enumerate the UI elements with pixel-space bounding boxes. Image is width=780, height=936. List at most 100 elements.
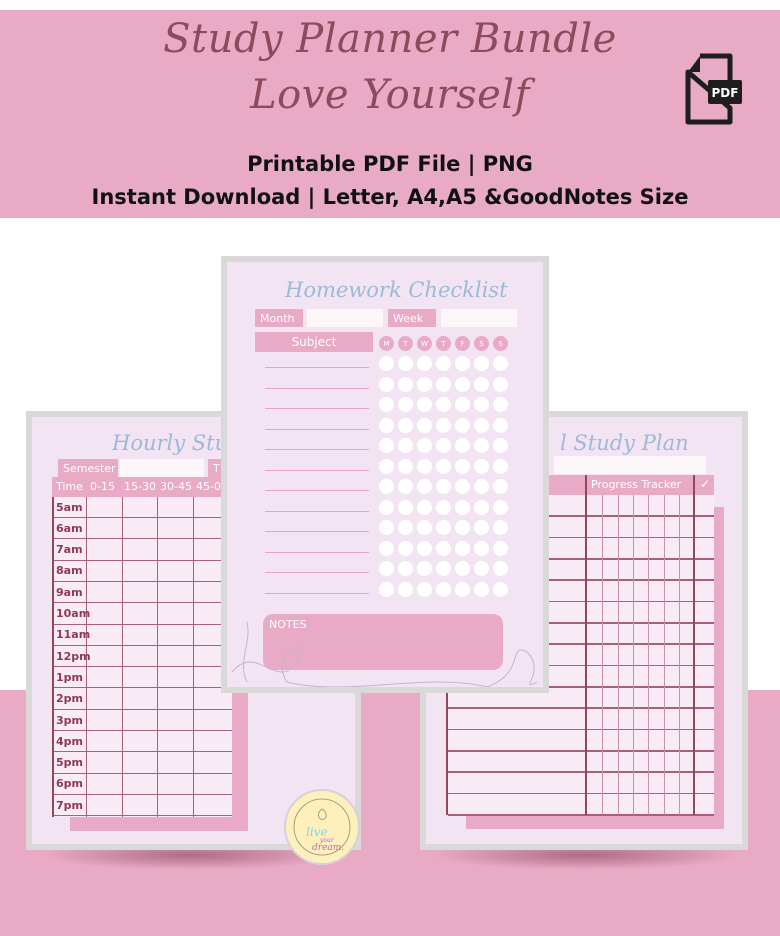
- day-checkbox[interactable]: [379, 376, 394, 392]
- day-checkbox[interactable]: [379, 520, 394, 535]
- day-checkbox[interactable]: [398, 417, 413, 433]
- day-checkbox[interactable]: [417, 438, 432, 453]
- day-checkbox[interactable]: [474, 356, 489, 371]
- day-checkbox[interactable]: [455, 417, 470, 433]
- subject-line[interactable]: [265, 490, 369, 491]
- month-field[interactable]: [307, 309, 383, 327]
- day-checkbox[interactable]: [436, 499, 451, 515]
- day-checkbox[interactable]: [379, 397, 394, 412]
- day-checkbox[interactable]: [474, 479, 489, 494]
- day-checkbox[interactable]: [417, 520, 432, 535]
- day-checkbox[interactable]: [455, 540, 470, 556]
- day-checkbox[interactable]: [417, 417, 432, 433]
- day-checkbox[interactable]: [474, 458, 489, 474]
- day-checkbox[interactable]: [455, 376, 470, 392]
- day-checkbox[interactable]: [455, 479, 470, 494]
- day-checkbox[interactable]: [474, 376, 489, 392]
- subject-line[interactable]: [265, 531, 369, 532]
- day-checkbox[interactable]: [493, 438, 508, 453]
- day-checkbox[interactable]: [474, 520, 489, 535]
- day-checkbox[interactable]: [493, 499, 508, 515]
- day-checkbox[interactable]: [493, 479, 508, 494]
- day-checkbox[interactable]: [398, 520, 413, 535]
- semester-field[interactable]: [120, 459, 204, 477]
- day-checkbox[interactable]: [493, 540, 508, 556]
- day-checkbox[interactable]: [398, 458, 413, 474]
- day-checkbox[interactable]: [436, 520, 451, 535]
- day-checkbox[interactable]: [474, 438, 489, 453]
- day-checkbox[interactable]: [474, 397, 489, 412]
- day-checkbox[interactable]: [417, 356, 432, 371]
- subject-line[interactable]: [265, 592, 369, 594]
- day-checkbox[interactable]: [436, 356, 451, 371]
- subject-line[interactable]: [265, 408, 369, 409]
- day-checkbox[interactable]: [379, 540, 394, 556]
- day-checkbox[interactable]: [398, 479, 413, 494]
- day-checkbox[interactable]: [455, 499, 470, 515]
- day-checkbox[interactable]: [379, 561, 394, 576]
- day-checkbox[interactable]: [493, 417, 508, 433]
- day-checkbox[interactable]: [493, 520, 508, 535]
- day-checkbox[interactable]: [455, 356, 470, 371]
- day-checkbox[interactable]: [379, 356, 394, 371]
- day-checkbox[interactable]: [436, 479, 451, 494]
- subject-line[interactable]: [265, 469, 369, 471]
- day-checkbox[interactable]: [455, 581, 470, 597]
- day-checkbox[interactable]: [455, 520, 470, 535]
- subject-line[interactable]: [265, 367, 369, 368]
- subject-line[interactable]: [265, 551, 369, 553]
- day-checkbox[interactable]: [436, 376, 451, 392]
- subject-line[interactable]: [265, 387, 369, 389]
- day-checkbox[interactable]: [417, 540, 432, 556]
- day-checkbox[interactable]: [398, 581, 413, 597]
- day-checkbox[interactable]: [436, 561, 451, 576]
- day-checkbox[interactable]: [455, 438, 470, 453]
- day-checkbox[interactable]: [398, 356, 413, 371]
- day-checkbox[interactable]: [379, 458, 394, 474]
- day-checkbox[interactable]: [417, 581, 432, 597]
- day-checkbox[interactable]: [379, 581, 394, 597]
- study-plan-field[interactable]: [554, 456, 706, 474]
- day-checkbox[interactable]: [493, 561, 508, 576]
- day-checkbox[interactable]: [474, 417, 489, 433]
- day-checkbox[interactable]: [474, 540, 489, 556]
- day-checkbox[interactable]: [493, 356, 508, 371]
- day-checkbox[interactable]: [455, 458, 470, 474]
- day-checkbox[interactable]: [417, 499, 432, 515]
- day-checkbox[interactable]: [417, 458, 432, 474]
- day-checkbox[interactable]: [455, 397, 470, 412]
- day-checkbox[interactable]: [436, 397, 451, 412]
- day-checkbox[interactable]: [436, 540, 451, 556]
- day-checkbox[interactable]: [379, 417, 394, 433]
- day-checkbox[interactable]: [398, 561, 413, 576]
- subject-line[interactable]: [265, 510, 369, 512]
- subject-line[interactable]: [265, 428, 369, 430]
- day-checkbox[interactable]: [417, 397, 432, 412]
- day-checkbox[interactable]: [398, 438, 413, 453]
- day-checkbox[interactable]: [379, 499, 394, 515]
- day-checkbox[interactable]: [379, 438, 394, 453]
- day-checkbox[interactable]: [398, 376, 413, 392]
- day-checkbox[interactable]: [417, 376, 432, 392]
- day-checkbox[interactable]: [493, 376, 508, 392]
- day-checkbox[interactable]: [455, 561, 470, 576]
- day-checkbox[interactable]: [417, 479, 432, 494]
- day-checkbox[interactable]: [493, 581, 508, 597]
- day-checkbox[interactable]: [493, 458, 508, 474]
- day-checkbox[interactable]: [436, 438, 451, 453]
- day-checkbox[interactable]: [417, 561, 432, 576]
- day-checkbox[interactable]: [436, 581, 451, 597]
- subject-line[interactable]: [265, 572, 369, 573]
- day-checkbox[interactable]: [474, 561, 489, 576]
- week-field[interactable]: [441, 309, 517, 327]
- day-checkbox[interactable]: [398, 397, 413, 412]
- day-checkbox[interactable]: [398, 540, 413, 556]
- day-checkbox[interactable]: [474, 581, 489, 597]
- day-checkbox[interactable]: [436, 417, 451, 433]
- subject-line[interactable]: [265, 449, 369, 450]
- day-checkbox[interactable]: [436, 458, 451, 474]
- day-checkbox[interactable]: [493, 397, 508, 412]
- day-checkbox[interactable]: [379, 479, 394, 494]
- day-checkbox[interactable]: [398, 499, 413, 515]
- day-checkbox[interactable]: [474, 499, 489, 515]
